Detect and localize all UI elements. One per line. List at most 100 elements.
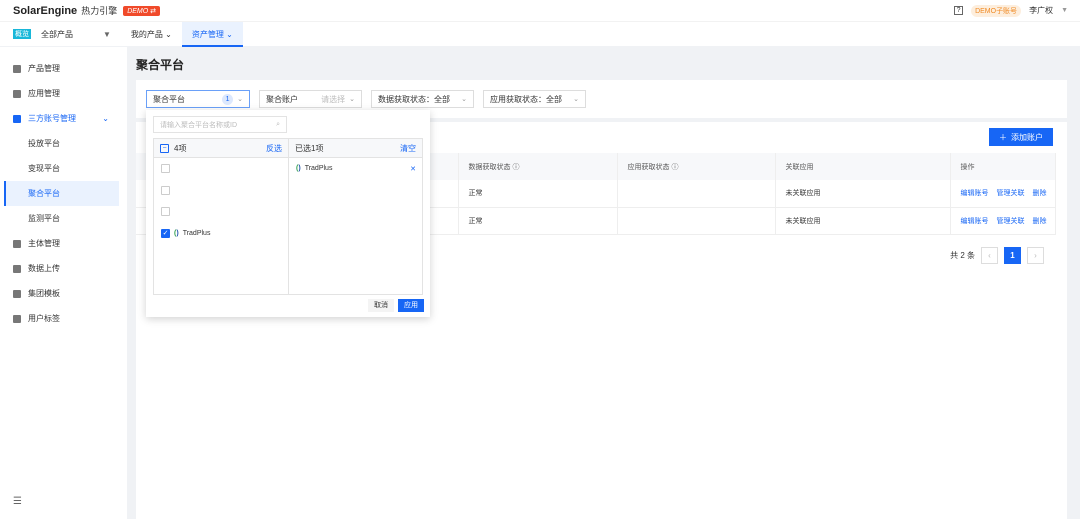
menu-icon[interactable]: ☰ — [13, 496, 22, 507]
nav-my-products[interactable]: 我的产品 ⌄ — [121, 22, 182, 47]
sidebar-item-templates[interactable]: 集团模板 — [0, 281, 127, 306]
delete-link[interactable]: 删除 — [1033, 190, 1047, 197]
chevron-down-icon: ⌄ — [461, 96, 467, 103]
data-status-cell: 正常 — [458, 207, 618, 235]
selected-item: () TradPlus ✕ — [289, 158, 422, 180]
list-item[interactable] — [154, 180, 288, 202]
sidebar-item-upload[interactable]: 数据上传 — [0, 256, 127, 281]
template-icon — [13, 289, 21, 298]
data-status-cell: 正常 — [458, 180, 618, 208]
label: 产品管理 — [28, 64, 60, 73]
plus-icon: ＋ — [999, 132, 1007, 142]
cancel-button[interactable]: 取消 — [368, 299, 394, 312]
platform-filter[interactable]: 聚合平台 1 ⌄ — [146, 90, 250, 108]
label: 添加账户 — [1011, 132, 1043, 142]
apply-button[interactable]: 应用 — [398, 299, 424, 312]
label: 三方账号管理 — [28, 114, 76, 123]
page-button[interactable]: 1 — [1004, 247, 1021, 264]
product-select-label: 全部产品 — [41, 29, 73, 39]
chevron-down-icon: ⌄ — [573, 96, 579, 103]
linked-app-cell: 未关联应用 — [775, 207, 951, 235]
caret-down-icon[interactable]: ▼ — [1061, 7, 1068, 14]
platform-search-input[interactable]: 请输入聚合平台名称或ID ⌕ — [153, 116, 287, 133]
label: 投放平台 — [28, 139, 60, 148]
source-list: −4项 反选 ✓ () TradPlus — [153, 138, 289, 295]
edit-account-link[interactable]: 编辑账号 — [961, 218, 989, 225]
col-app-status: 应用获取状态 ⓘ — [617, 153, 776, 180]
account-filter[interactable]: 聚合账户 请选择 ⌄ — [259, 90, 362, 108]
list-item[interactable]: ✓ () TradPlus — [154, 223, 288, 245]
prev-page-button[interactable]: ‹ — [981, 247, 998, 264]
list-item[interactable] — [154, 158, 288, 180]
nav-label: 我的产品 — [130, 29, 163, 39]
search-icon: ⌕ — [276, 120, 280, 128]
count-badge: 1 — [222, 93, 234, 105]
chevron-down-icon: ⌄ — [349, 96, 355, 103]
label: 聚合平台 — [28, 189, 60, 198]
checkbox[interactable] — [161, 185, 170, 195]
list-item[interactable] — [154, 201, 288, 223]
sidebar-item-apps[interactable]: 应用管理 — [0, 81, 127, 106]
user-name[interactable]: 李广权 — [1029, 5, 1053, 16]
nav-asset-management[interactable]: 资产管理 ⌄ — [181, 21, 243, 47]
label: 聚合账户 — [266, 94, 298, 104]
label: 数据上传 — [28, 264, 60, 273]
count-label: 已选1项 — [295, 143, 324, 153]
apps-icon — [13, 89, 21, 98]
label: 应用获取状态：全部 — [490, 94, 562, 104]
sidebar-item-entity[interactable]: 主体管理 — [0, 231, 127, 256]
logo-cn: 热力引擎 — [81, 6, 118, 16]
placeholder: 请选择 — [321, 94, 346, 104]
upload-icon — [13, 264, 21, 273]
edit-account-link[interactable]: 编辑账号 — [961, 190, 989, 197]
top-bar: SolarEngine 热力引擎 DEMO ⇄ ? DEMO子账号 李广权 ▼ — [0, 0, 1080, 21]
label: 数据获取状态：全部 — [378, 94, 450, 104]
clear-button[interactable]: 清空 — [400, 143, 416, 154]
sub-account-badge: DEMO子账号 — [971, 4, 1022, 17]
doc-icon — [13, 114, 21, 123]
demo-switch[interactable]: DEMO ⇄ — [123, 5, 161, 16]
select-all-checkbox[interactable]: − — [160, 143, 169, 153]
app-status-filter[interactable]: 应用获取状态：全部 ⌄ — [483, 90, 586, 108]
checkbox[interactable] — [161, 207, 170, 217]
platform-dropdown: 请输入聚合平台名称或ID ⌕ −4项 反选 ✓() TradPlus 已选1项 清空 (… — [146, 110, 430, 317]
chevron-down-icon: ⌄ — [237, 96, 243, 103]
page-title: 聚合平台 — [136, 58, 185, 72]
invert-selection-button[interactable]: 反选 — [266, 143, 282, 154]
checkbox[interactable]: ✓ — [161, 228, 170, 238]
sidebar-item-aggregation[interactable]: 聚合平台 — [4, 181, 119, 206]
label: 主体管理 — [28, 239, 60, 248]
actions-cell: 编辑账号 管理关联 删除 — [950, 180, 1056, 208]
actions-cell: 编辑账号 管理关联 删除 — [950, 207, 1056, 235]
caret-down-icon: ▼ — [103, 29, 111, 39]
close-icon[interactable]: ✕ — [410, 165, 416, 173]
sidebar-item-tracking[interactable]: 监测平台 — [0, 206, 127, 231]
manage-link[interactable]: 管理关联 — [997, 190, 1025, 197]
help-icon[interactable]: ? — [954, 6, 964, 15]
checkbox[interactable] — [161, 164, 170, 174]
pagination: 共 2 条 ‹ 1 › — [950, 247, 1044, 264]
total-count: 共 2 条 — [950, 251, 975, 260]
tradplus-logo-icon: () — [296, 165, 301, 173]
sidebar-item-monetization[interactable]: 变现平台 — [0, 156, 127, 181]
nav-bar: 概览 全部产品 ▼ 我的产品 ⌄ 资产管理 ⌄ — [0, 21, 1080, 47]
delete-link[interactable]: 删除 — [1033, 218, 1047, 225]
product-select[interactable]: 全部产品 ▼ — [31, 22, 121, 47]
logo: SolarEngine — [13, 4, 78, 17]
selected-list: 已选1项 清空 () TradPlus ✕ — [288, 138, 423, 295]
tradplus-logo-icon: () — [174, 229, 179, 237]
sidebar-item-user-tags[interactable]: 用户标签 — [0, 306, 127, 331]
next-page-button[interactable]: › — [1027, 247, 1044, 264]
label: 变现平台 — [28, 164, 60, 173]
item-label: TradPlus — [304, 165, 333, 173]
manage-link[interactable]: 管理关联 — [997, 218, 1025, 225]
sidebar-item-third-party[interactable]: 三方账号管理 ⌄ — [0, 106, 127, 131]
sidebar-item-ad-platform[interactable]: 投放平台 — [0, 131, 127, 156]
data-status-filter[interactable]: 数据获取状态：全部 ⌄ — [371, 90, 474, 108]
overview-badge[interactable]: 概览 — [13, 29, 31, 39]
app-status-cell — [617, 207, 776, 235]
add-account-button[interactable]: ＋ 添加账户 — [989, 128, 1053, 146]
count-label: 4项 — [174, 143, 187, 153]
nav-label: 资产管理 — [191, 29, 224, 39]
sidebar-item-products[interactable]: 产品管理 — [0, 56, 127, 81]
